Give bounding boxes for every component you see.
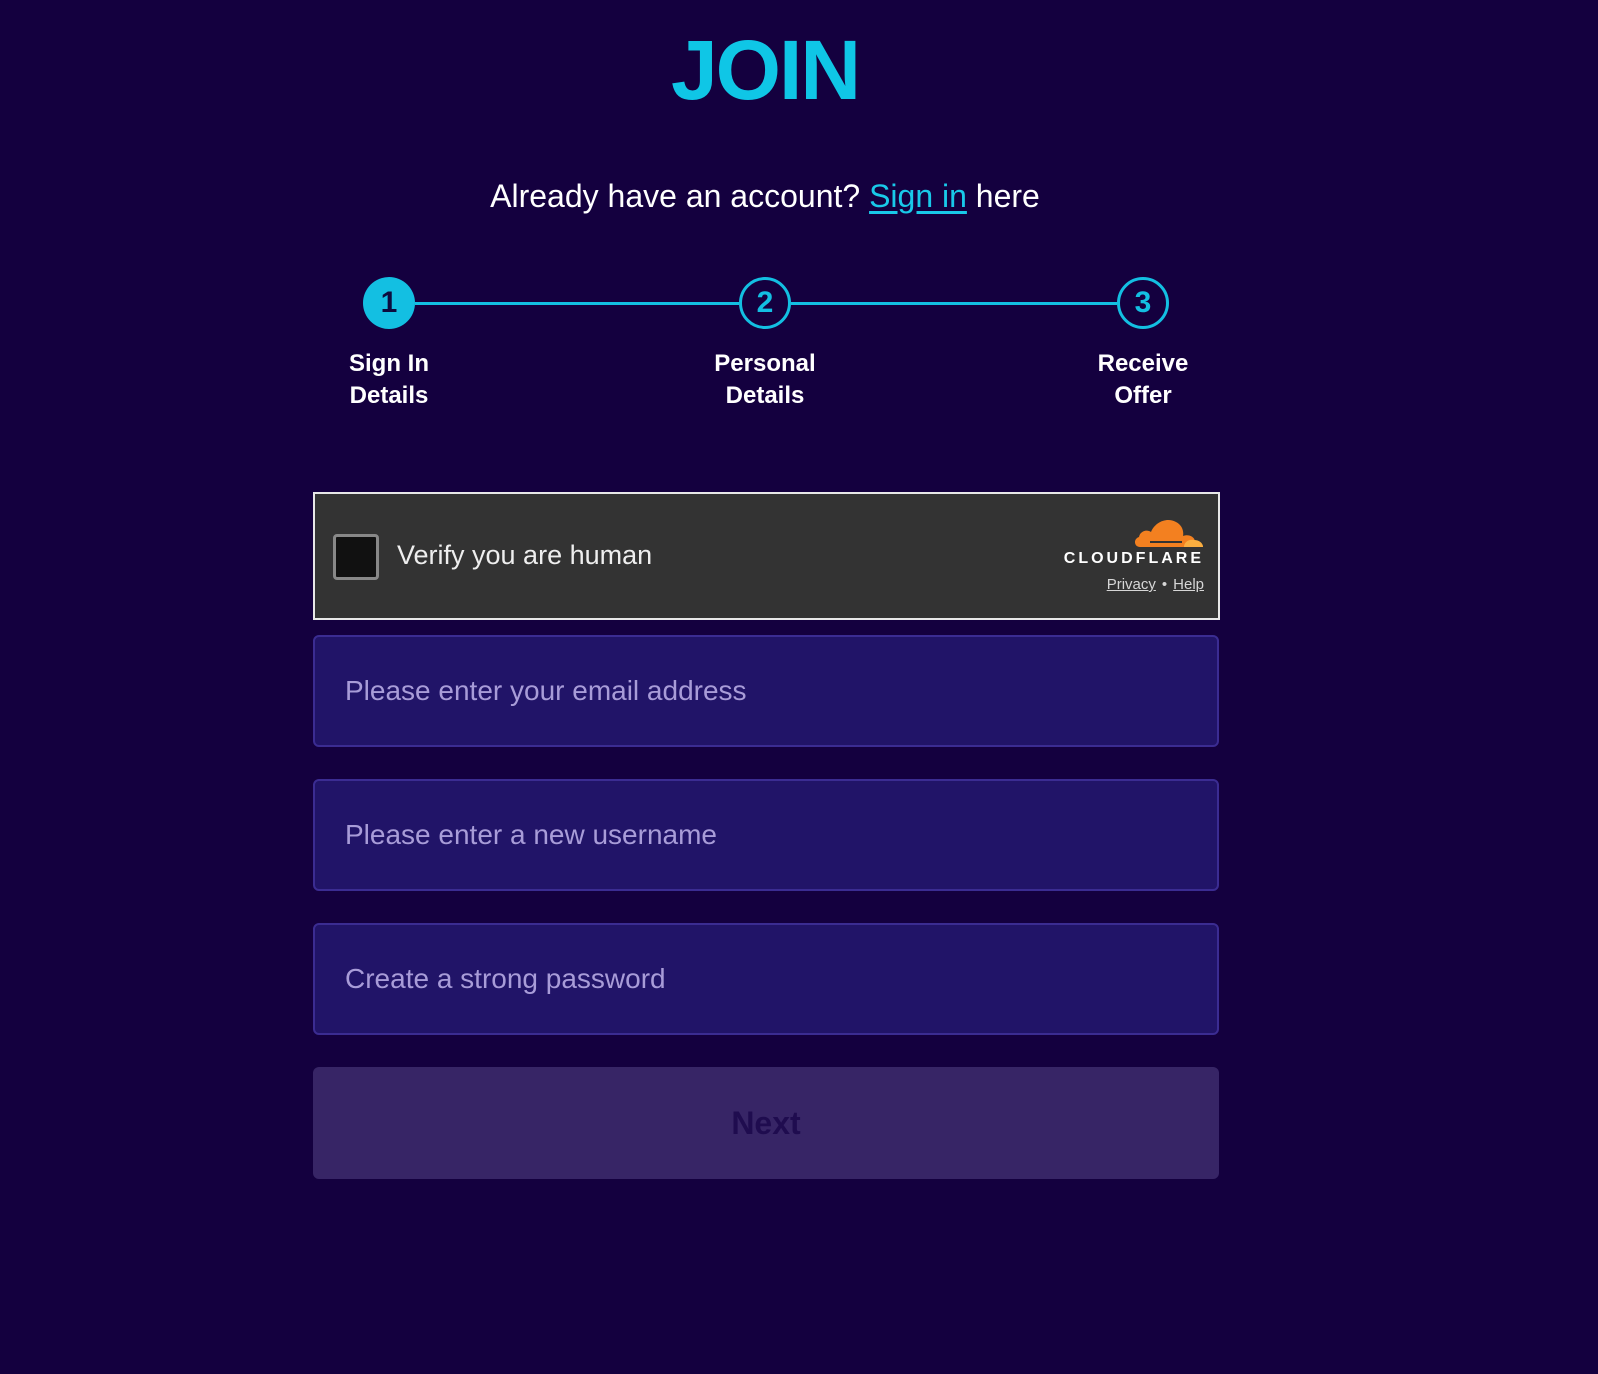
help-link[interactable]: Help: [1173, 576, 1204, 593]
signin-prompt-after: here: [966, 178, 1040, 214]
step-1-label: Sign In Details: [289, 348, 489, 412]
cloudflare-cloud-icon: [1134, 520, 1203, 547]
username-input[interactable]: [313, 779, 1219, 891]
step-2-label: Personal Details: [665, 348, 865, 412]
cloudflare-turnstile-widget: Verify you are human CLOUDFLARE Privacy •…: [313, 492, 1220, 620]
privacy-link[interactable]: Privacy: [1107, 576, 1156, 593]
step-1-indicator: 1: [363, 277, 415, 329]
cloudflare-wordmark: CLOUDFLARE: [1063, 550, 1204, 567]
signin-prompt: Already have an account? Sign in here: [0, 178, 1530, 215]
join-page: JOIN Already have an account? Sign in he…: [0, 0, 1598, 1374]
password-input[interactable]: [313, 923, 1219, 1035]
page-title: JOIN: [670, 23, 861, 117]
cloudflare-branding: CLOUDFLARE Privacy • Help: [1054, 514, 1204, 593]
signin-prompt-before: Already have an account?: [490, 178, 870, 214]
step-1-label-line1: Sign In: [349, 350, 429, 377]
step-1-label-line2: Details: [349, 382, 429, 409]
cloudflare-links: Privacy • Help: [1054, 576, 1204, 593]
step-connector-1-2: [415, 302, 739, 305]
verify-human-checkbox[interactable]: [333, 534, 379, 580]
links-separator: •: [1161, 576, 1168, 593]
sign-in-link[interactable]: Sign in: [869, 178, 967, 214]
step-connector-2-3: [791, 302, 1117, 305]
step-3-label-line2: Offer: [1114, 382, 1172, 409]
step-2-label-line1: Personal: [714, 350, 816, 377]
step-2-label-line2: Details: [725, 382, 805, 409]
step-3-label: Receive Offer: [1043, 348, 1243, 412]
verify-human-label: Verify you are human: [397, 540, 653, 570]
step-2-indicator: 2: [739, 277, 791, 329]
step-3-label-line1: Receive: [1097, 350, 1189, 377]
step-3-indicator: 3: [1117, 277, 1169, 329]
email-input[interactable]: [313, 635, 1219, 747]
next-button[interactable]: Next: [313, 1067, 1219, 1179]
